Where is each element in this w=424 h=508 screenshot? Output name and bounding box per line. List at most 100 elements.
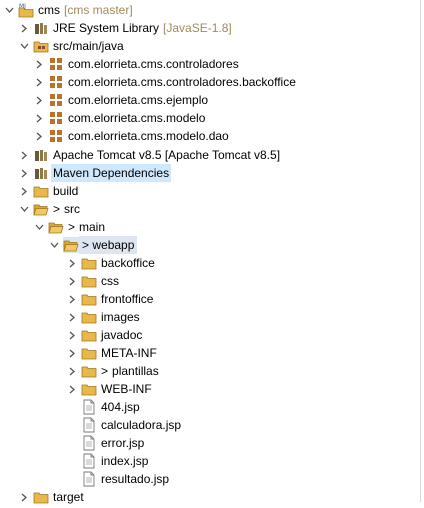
tomcat-label: Apache Tomcat v8.5 [Apache Tomcat v8.5] <box>53 148 281 162</box>
package-label: com.elorrieta.cms.modelo <box>68 111 206 125</box>
chevron-right-icon[interactable] <box>66 308 78 326</box>
chevron-right-icon[interactable] <box>66 380 78 398</box>
package-icon <box>48 128 64 144</box>
tree-item-cms[interactable]: MJ cms [cms master] <box>0 1 418 19</box>
folder-item[interactable]: javadoc <box>0 326 418 344</box>
folder-open-icon <box>33 201 49 217</box>
tree-item-build[interactable]: build <box>0 182 418 200</box>
chevron-down-icon[interactable] <box>3 1 15 19</box>
chevron-right-icon[interactable] <box>33 127 45 145</box>
source-folder-icon <box>33 38 49 54</box>
svg-text:MJ: MJ <box>19 3 26 10</box>
file-item[interactable]: resultado.jsp <box>0 470 418 488</box>
file-label: resultado.jsp <box>101 472 170 486</box>
file-label: 404.jsp <box>101 400 140 414</box>
chevron-right-icon[interactable] <box>66 290 78 308</box>
chevron-right-icon[interactable] <box>33 73 45 91</box>
project-explorer-tree: MJ cms [cms master] JRE System Library [… <box>0 0 424 504</box>
folder-item[interactable]: backoffice <box>0 254 418 272</box>
folder-icon <box>81 345 97 361</box>
package-icon <box>48 74 64 90</box>
folder-label: WEB-INF <box>101 382 152 396</box>
folder-item[interactable]: WEB-INF <box>0 380 418 398</box>
file-icon <box>81 399 97 415</box>
package-icon <box>48 110 64 126</box>
chevron-right-icon[interactable] <box>18 182 30 200</box>
folder-label: frontoffice <box>101 292 154 306</box>
folder-icon <box>33 183 49 199</box>
chevron-right-icon[interactable] <box>18 488 30 506</box>
chevron-down-icon[interactable] <box>18 37 30 55</box>
library-icon <box>33 147 49 163</box>
folder-item[interactable]: META-INF <box>0 344 418 362</box>
main-label: main <box>79 220 106 234</box>
chevron-right-icon[interactable] <box>18 146 30 164</box>
folder-open-icon <box>63 237 79 253</box>
panel-border <box>420 0 421 502</box>
chevron-right-icon[interactable] <box>33 109 45 127</box>
package-item[interactable]: com.elorrieta.cms.ejemplo <box>0 91 418 109</box>
chevron-right-icon[interactable] <box>66 326 78 344</box>
chevron-right-icon[interactable] <box>66 344 78 362</box>
folder-open-icon <box>48 219 64 235</box>
package-item[interactable]: com.elorrieta.cms.controladores.backoffi… <box>0 73 418 91</box>
folder-label: javadoc <box>101 328 143 342</box>
folder-item[interactable]: images <box>0 308 418 326</box>
file-icon <box>81 435 97 451</box>
folder-icon <box>81 327 97 343</box>
tree-item-webapp[interactable]: > webapp <box>0 236 418 254</box>
file-label: error.jsp <box>101 436 145 450</box>
file-item[interactable]: error.jsp <box>0 434 418 452</box>
webapp-label: webapp <box>92 238 135 252</box>
project-label: cms <box>38 3 60 17</box>
chevron-right-icon[interactable] <box>33 91 45 109</box>
file-item[interactable]: 404.jsp <box>0 398 418 416</box>
maven-project-icon: MJ <box>18 2 34 18</box>
git-change-prefix: > <box>82 238 90 252</box>
chevron-right-icon[interactable] <box>33 55 45 73</box>
tree-item-target[interactable]: target <box>0 488 418 506</box>
folder-label: backoffice <box>101 256 155 270</box>
folder-label: plantillas <box>112 364 159 378</box>
package-item[interactable]: com.elorrieta.cms.modelo.dao <box>0 127 418 145</box>
folder-item[interactable]: frontoffice <box>0 290 418 308</box>
chevron-right-icon[interactable] <box>66 254 78 272</box>
tree-item-tomcat[interactable]: Apache Tomcat v8.5 [Apache Tomcat v8.5] <box>0 146 418 164</box>
src-label: src <box>64 202 81 216</box>
package-label: com.elorrieta.cms.modelo.dao <box>68 129 229 143</box>
folder-icon <box>81 291 97 307</box>
file-label: index.jsp <box>101 454 149 468</box>
webapp-label-box: > webapp <box>79 236 138 254</box>
file-icon <box>81 417 97 433</box>
file-label: calculadora.jsp <box>101 418 182 432</box>
tree-item-src-main-java[interactable]: src/main/java <box>0 37 418 55</box>
package-item[interactable]: com.elorrieta.cms.modelo <box>0 109 418 127</box>
folder-icon <box>81 255 97 271</box>
library-icon <box>33 165 49 181</box>
folder-icon <box>33 489 49 505</box>
folder-item[interactable]: css <box>0 272 418 290</box>
tree-item-src[interactable]: > src <box>0 200 418 218</box>
chevron-down-icon[interactable] <box>18 200 30 218</box>
chevron-right-icon[interactable] <box>18 164 30 182</box>
chevron-right-icon[interactable] <box>66 362 78 380</box>
git-change-prefix: > <box>53 202 61 216</box>
folder-icon <box>81 273 97 289</box>
build-label: build <box>53 184 79 198</box>
package-label: com.elorrieta.cms.ejemplo <box>68 93 209 107</box>
tree-item-jre[interactable]: JRE System Library [JavaSE-1.8] <box>0 19 418 37</box>
package-item[interactable]: com.elorrieta.cms.controladores <box>0 55 418 73</box>
tree-item-main[interactable]: > main <box>0 218 418 236</box>
folder-label: images <box>101 310 140 324</box>
tree-item-maven-dependencies[interactable]: Maven Dependencies <box>0 164 418 182</box>
chevron-right-icon[interactable] <box>18 19 30 37</box>
file-item[interactable]: calculadora.jsp <box>0 416 418 434</box>
folder-item[interactable]: > plantillas <box>0 362 418 380</box>
git-change-prefix: > <box>101 364 109 378</box>
chevron-right-icon[interactable] <box>66 272 78 290</box>
chevron-down-icon[interactable] <box>48 236 60 254</box>
folder-label: css <box>101 274 119 288</box>
chevron-down-icon[interactable] <box>33 218 45 236</box>
file-item[interactable]: index.jsp <box>0 452 418 470</box>
package-label: com.elorrieta.cms.controladores.backoffi… <box>68 75 296 89</box>
